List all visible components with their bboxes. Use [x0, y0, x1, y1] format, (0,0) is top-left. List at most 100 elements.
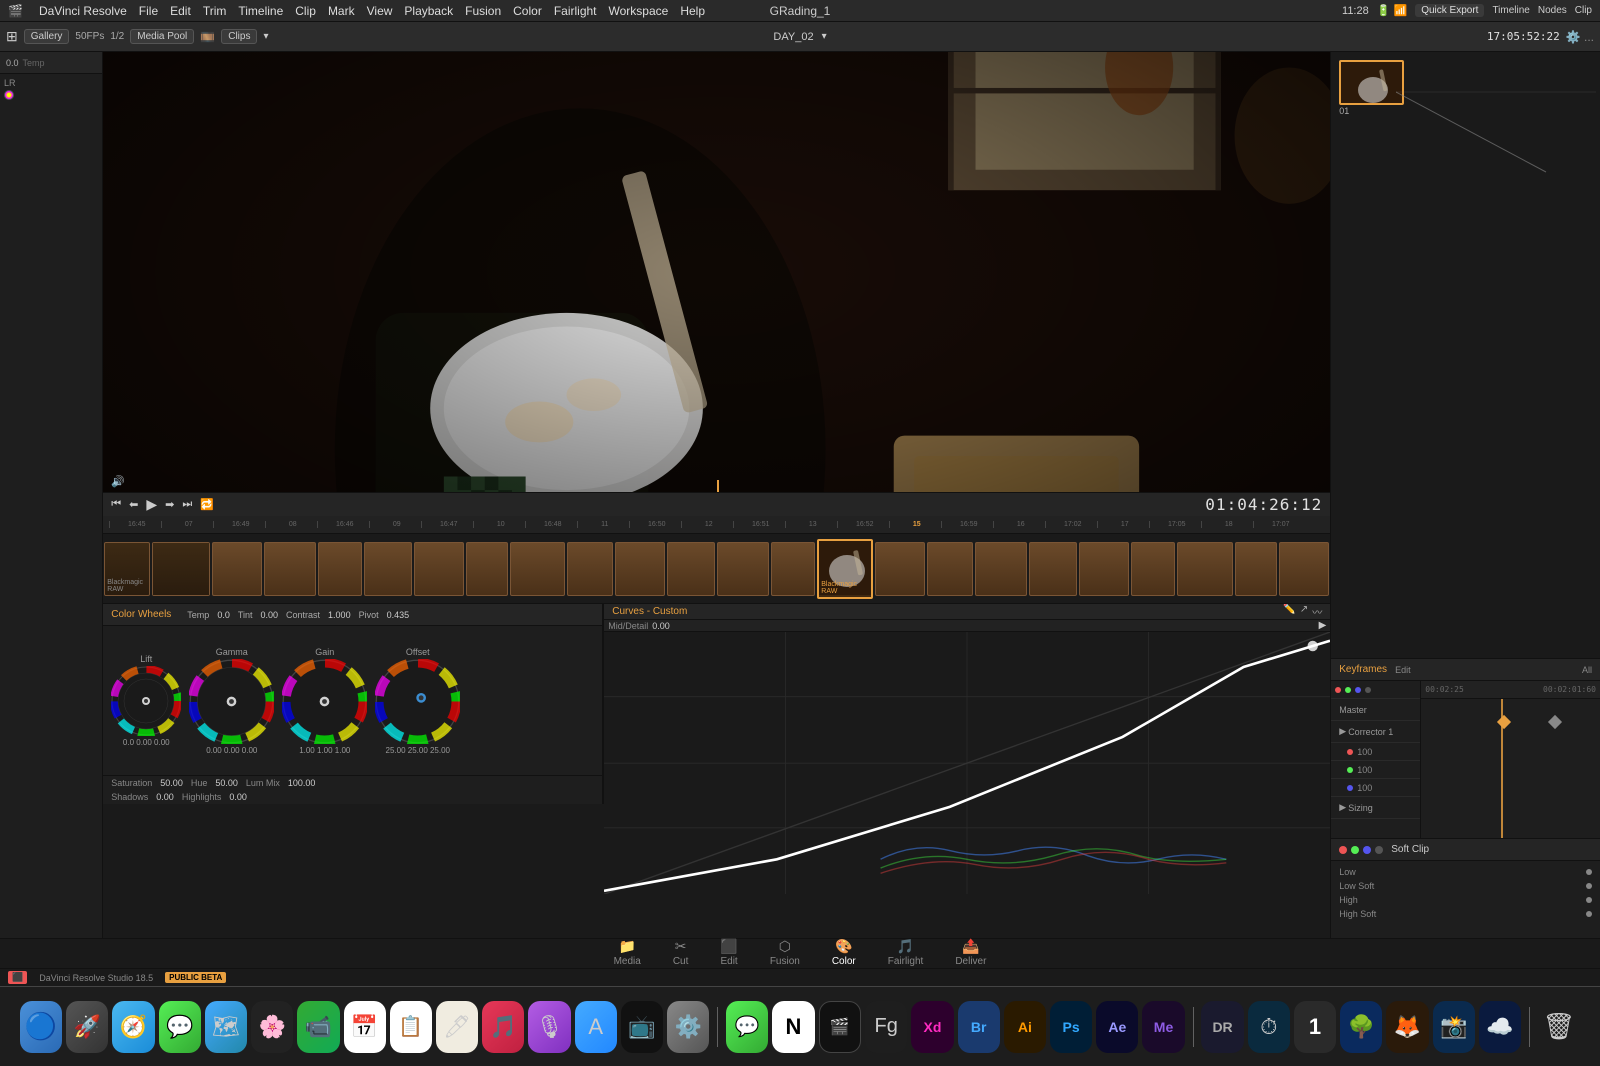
gain-wheel[interactable]: [282, 659, 367, 744]
loop-icon[interactable]: 🔁: [200, 498, 214, 511]
offset-wheel[interactable]: [375, 659, 460, 744]
dock-xd[interactable]: Xd: [911, 1001, 953, 1053]
dock-clockify[interactable]: ⏱: [1248, 1001, 1290, 1053]
timeline-clip-22[interactable]: [1177, 542, 1233, 596]
node-thumbnail[interactable]: [1339, 60, 1404, 105]
lift-wheel[interactable]: [111, 666, 181, 736]
curves-select[interactable]: ↗: [1300, 604, 1308, 619]
dock-proxyman[interactable]: 🦊: [1386, 1001, 1428, 1053]
timeline-clip-19[interactable]: [1029, 542, 1077, 596]
gamma-wheel[interactable]: [189, 659, 274, 744]
dock-messages-2[interactable]: 💬: [726, 1001, 768, 1053]
timeline-clip-24[interactable]: [1279, 542, 1329, 596]
menu-workspace[interactable]: Workspace: [609, 4, 669, 18]
menu-help[interactable]: Help: [680, 4, 705, 18]
dock-aftereffects[interactable]: Ae: [1096, 1001, 1138, 1053]
timeline-clip-2[interactable]: [152, 542, 210, 596]
timeline-clip-13[interactable]: [717, 542, 769, 596]
dock-resolve-2[interactable]: 🎬: [819, 1001, 862, 1053]
timeline-clip-12[interactable]: [667, 542, 715, 596]
kf-edit-btn[interactable]: Edit: [1395, 665, 1411, 675]
step-back-icon[interactable]: ⬅: [129, 498, 138, 511]
nodes-btn[interactable]: Nodes: [1538, 5, 1567, 16]
timeline-clip-21[interactable]: [1131, 542, 1175, 596]
dock-photoshop[interactable]: Ps: [1050, 1001, 1092, 1053]
dock-facetime[interactable]: 📹: [297, 1001, 339, 1053]
dock-sourcetree[interactable]: 🌳: [1340, 1001, 1382, 1053]
dock-finder[interactable]: 🔵: [20, 1001, 62, 1053]
timeline-clip-7[interactable]: [414, 542, 464, 596]
dock-onetask[interactable]: 1: [1294, 1001, 1336, 1053]
hue-val[interactable]: 50.00: [215, 778, 238, 788]
dock-appletv[interactable]: 📺: [621, 1001, 663, 1053]
clips-btn[interactable]: Clips: [221, 29, 257, 44]
menu-fairlight[interactable]: Fairlight: [554, 4, 597, 18]
dock-reminders[interactable]: 📋: [390, 1001, 432, 1053]
timeline-clip-3[interactable]: [212, 542, 262, 596]
menu-clip[interactable]: Clip: [295, 4, 316, 18]
dock-appstore[interactable]: A: [575, 1001, 617, 1053]
lum-mix-val[interactable]: 100.00: [288, 778, 316, 788]
menu-color[interactable]: Color: [513, 4, 542, 18]
dropdown-arrow[interactable]: ▾: [822, 31, 827, 42]
menu-trim[interactable]: Trim: [203, 4, 227, 18]
skip-forward-icon[interactable]: ⏭: [182, 498, 192, 511]
timeline-clip-23[interactable]: [1235, 542, 1277, 596]
timeline-clip-16[interactable]: [875, 542, 925, 596]
timeline-clip-20[interactable]: [1079, 542, 1129, 596]
color-wheels-tab[interactable]: Color Wheels: [111, 609, 171, 620]
dock-settings[interactable]: ⚙️: [667, 1001, 709, 1053]
timeline-clip-9[interactable]: [510, 542, 565, 596]
curves-graph[interactable]: [604, 632, 1330, 894]
curves-pencil[interactable]: ✏️: [1283, 604, 1295, 619]
temp-val[interactable]: 0.0: [217, 610, 230, 620]
kf-all-btn[interactable]: All: [1582, 665, 1592, 675]
dock-figma[interactable]: Fg: [865, 1001, 907, 1053]
timeline-clip-5[interactable]: [318, 542, 362, 596]
timeline-clip-1[interactable]: Blackmagic RAW: [104, 542, 150, 596]
curves-smooth[interactable]: 〰: [1312, 604, 1322, 619]
dock-cloudmounter[interactable]: ☁️: [1479, 1001, 1521, 1053]
menu-timeline[interactable]: Timeline: [238, 4, 283, 18]
step-forward-icon[interactable]: ➡: [165, 498, 174, 511]
timeline-clip-17[interactable]: [927, 542, 973, 596]
dock-freeform[interactable]: 🖊: [436, 1001, 478, 1053]
pivot-val[interactable]: 0.435: [387, 610, 410, 620]
dock-mediaencoder[interactable]: Me: [1142, 1001, 1184, 1053]
timeline-clip-14[interactable]: [771, 542, 815, 596]
menu-mark[interactable]: Mark: [328, 4, 355, 18]
dock-launchpad[interactable]: 🚀: [66, 1001, 108, 1053]
mid-detail-val[interactable]: 0.00: [652, 621, 670, 631]
clip-btn[interactable]: Clip: [1575, 5, 1592, 16]
curves-play-btn[interactable]: ▶: [1319, 620, 1327, 631]
timeline-clip-11[interactable]: [615, 542, 665, 596]
play-icon[interactable]: ▶: [146, 496, 157, 513]
menu-playback[interactable]: Playback: [404, 4, 453, 18]
toolbar-dropdown[interactable]: ▾: [263, 31, 268, 42]
dock-screenium[interactable]: 📸: [1433, 1001, 1475, 1053]
timeline-clip-10[interactable]: [567, 542, 613, 596]
gallery-btn[interactable]: Gallery: [24, 29, 70, 44]
timeline-clip-6[interactable]: [364, 542, 412, 596]
dock-photos[interactable]: 🌸: [251, 1001, 293, 1053]
dock-resolve-3[interactable]: DR: [1201, 1001, 1243, 1053]
tint-val[interactable]: 0.00: [261, 610, 279, 620]
dock-notion[interactable]: N: [772, 1001, 814, 1053]
menu-fusion[interactable]: Fusion: [465, 4, 501, 18]
timeline-btn[interactable]: Timeline: [1492, 5, 1529, 16]
dock-safari[interactable]: 🧭: [112, 1001, 154, 1053]
menu-davinci[interactable]: DaVinci Resolve: [39, 4, 127, 18]
dock-bridge[interactable]: Br: [958, 1001, 1000, 1053]
skip-back-icon[interactable]: ⏮: [111, 498, 121, 511]
menu-edit[interactable]: Edit: [170, 4, 191, 18]
dock-calendar[interactable]: 📅: [344, 1001, 386, 1053]
highlights-val[interactable]: 0.00: [229, 792, 247, 802]
saturation-val[interactable]: 50.00: [160, 778, 183, 788]
menu-view[interactable]: View: [367, 4, 393, 18]
dock-messages[interactable]: 💬: [159, 1001, 201, 1053]
menu-file[interactable]: File: [139, 4, 158, 18]
timeline-clip-18[interactable]: [975, 542, 1027, 596]
timeline-clip-8[interactable]: [466, 542, 508, 596]
timeline-clip-4[interactable]: [264, 542, 316, 596]
dock-music[interactable]: 🎵: [482, 1001, 524, 1053]
